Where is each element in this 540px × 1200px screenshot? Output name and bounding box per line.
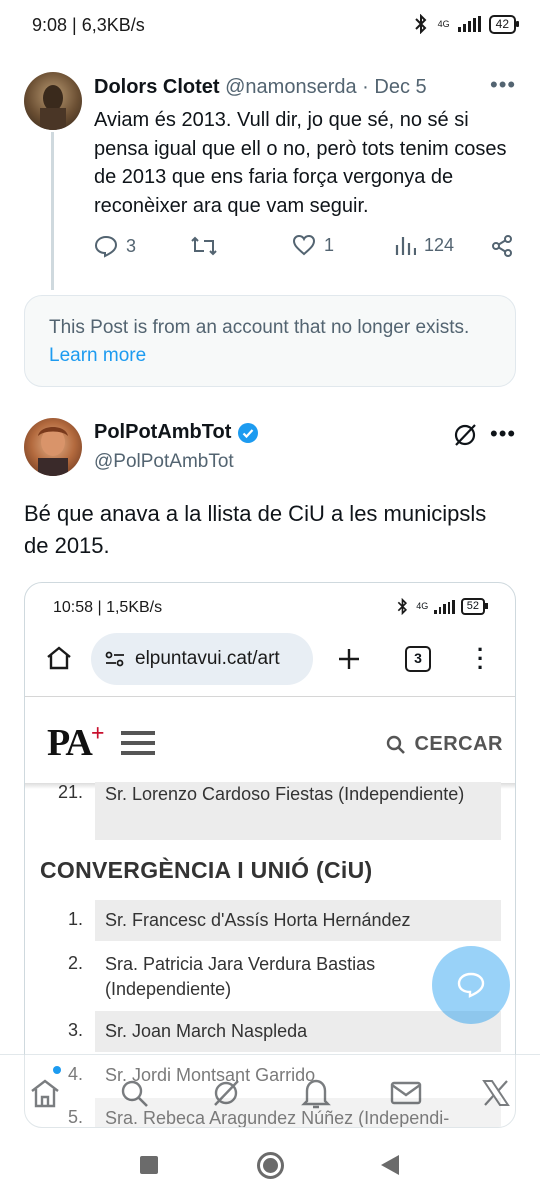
tweet-text: Bé que anava a la llista de CiU a les mu…	[24, 501, 487, 558]
tweet-text: Aviam és 2013. Vull dir, jo que sé, no s…	[94, 109, 507, 217]
author-handle[interactable]: @PolPotAmbTot	[94, 451, 234, 473]
list-number: 21.	[57, 782, 83, 802]
status-bar: 9:08 | 6,3KB/s 4G 42	[0, 0, 540, 52]
avatar[interactable]	[24, 418, 82, 476]
tweet-media-image[interactable]: 10:58 | 1,5KB/s 4G 52 elpuntavui.cat/art…	[24, 582, 516, 1128]
home-icon	[47, 646, 71, 670]
browser-new-tab	[337, 647, 361, 676]
site-logo-plus: +	[90, 721, 105, 747]
reply-icon	[94, 235, 118, 258]
signal-icon	[457, 16, 481, 32]
site-logo: PA+	[47, 721, 105, 765]
nav-search[interactable]	[114, 1073, 154, 1113]
network-type: 4G	[437, 18, 450, 29]
messages-icon	[390, 1081, 422, 1105]
more-icon[interactable]: •••	[490, 421, 516, 447]
retweet-icon	[191, 236, 217, 256]
plus-icon	[339, 649, 359, 669]
media-network-type: 4G	[416, 601, 429, 611]
search-icon	[387, 735, 406, 754]
separator: ·	[362, 76, 369, 98]
list-item: Sr. Lorenzo Cardoso Fiestas (Independien…	[95, 782, 501, 840]
compose-button[interactable]	[432, 946, 510, 1024]
battery-icon: 52	[460, 598, 489, 615]
browser-url-bar: elpuntavui.cat/art	[91, 633, 313, 685]
reply-count: 3	[126, 235, 137, 256]
like-count: 1	[324, 234, 335, 255]
browser-url: elpuntavui.cat/art	[135, 648, 280, 669]
x-logo-icon	[482, 1080, 510, 1106]
site-logo-text: PA	[47, 722, 93, 764]
notification-dot	[53, 1066, 61, 1074]
retweet-button[interactable]	[190, 234, 218, 258]
browser-home-button	[45, 645, 73, 676]
notifications-icon	[301, 1079, 331, 1109]
author-name[interactable]: PolPotAmbTot	[94, 421, 231, 444]
grok-icon	[454, 424, 476, 446]
author-handle[interactable]: @namonserda	[225, 76, 356, 98]
nav-messages[interactable]	[386, 1073, 426, 1113]
back-icon[interactable]	[380, 1154, 400, 1181]
learn-more-link[interactable]: Learn more	[49, 345, 146, 366]
like-button[interactable]: 1	[292, 234, 334, 256]
home-button-icon[interactable]	[257, 1152, 284, 1179]
recents-icon[interactable]	[140, 1156, 158, 1174]
search-label: CERCAR	[414, 733, 503, 755]
author-name-row: PolPotAmbTot	[94, 421, 259, 444]
tweet-header: Dolors Clotet @namonserda · Dec 5	[94, 76, 427, 99]
system-nav-bar	[0, 1130, 540, 1200]
share-button[interactable]	[490, 234, 514, 258]
bluetooth-icon	[414, 14, 427, 34]
nav-home[interactable]	[25, 1073, 65, 1113]
browser-menu-icon: · · ·	[477, 637, 485, 680]
section-title: CONVERGÈNCIA I UNIÓ (CiU)	[40, 857, 373, 883]
list-number: 2.	[67, 953, 83, 973]
unavailable-post-notice: This Post is from an account that no lon…	[24, 295, 516, 387]
signal-icon	[434, 599, 455, 614]
media-status-time: 10:58 | 1,5KB/s	[53, 599, 163, 616]
nav-grok[interactable]	[206, 1073, 246, 1113]
bluetooth-icon	[397, 598, 408, 615]
status-time: 9:08 | 6,3KB/s	[32, 15, 145, 35]
nav-x-logo[interactable]	[476, 1073, 516, 1113]
more-icon[interactable]: •••	[490, 72, 516, 98]
search-icon	[121, 1080, 148, 1107]
media-status-icons: 4G 52	[395, 598, 489, 615]
views-button[interactable]: 124	[394, 234, 454, 256]
thread-line	[51, 132, 54, 290]
site-search: CERCAR	[386, 733, 503, 756]
browser-divider	[25, 696, 515, 697]
verified-badge-icon	[238, 422, 259, 443]
avatar[interactable]	[24, 72, 82, 130]
grok-icon	[214, 1080, 239, 1106]
nav-notifications[interactable]	[296, 1073, 336, 1113]
views-count: 124	[424, 234, 455, 255]
battery-icon: 42	[488, 14, 520, 34]
compose-icon	[457, 972, 485, 998]
like-icon	[292, 234, 316, 256]
bottom-nav	[0, 1054, 540, 1130]
list-item: Sr. Joan March Naspleda	[95, 1011, 501, 1052]
author-name[interactable]: Dolors Clotet	[94, 76, 220, 98]
hamburger-menu-icon	[121, 731, 155, 761]
list-item: Sr. Francesc d'Assís Horta Hernández	[95, 900, 501, 941]
list-number: 3.	[67, 1020, 83, 1040]
status-icons: 4G 42	[412, 14, 520, 34]
tweet-actions: 3 1 124	[94, 234, 516, 266]
list-number: 1.	[67, 909, 83, 929]
reply-button[interactable]: 3	[94, 234, 136, 258]
home-icon	[31, 1079, 59, 1108]
browser-tab-count: 3	[405, 646, 431, 672]
views-icon	[395, 237, 416, 255]
notice-text: This Post is from an account that no lon…	[49, 317, 470, 338]
site-settings-icon	[105, 651, 124, 667]
tweet-date[interactable]: Dec 5	[374, 76, 426, 98]
share-icon	[492, 235, 512, 257]
grok-button[interactable]	[452, 422, 478, 453]
